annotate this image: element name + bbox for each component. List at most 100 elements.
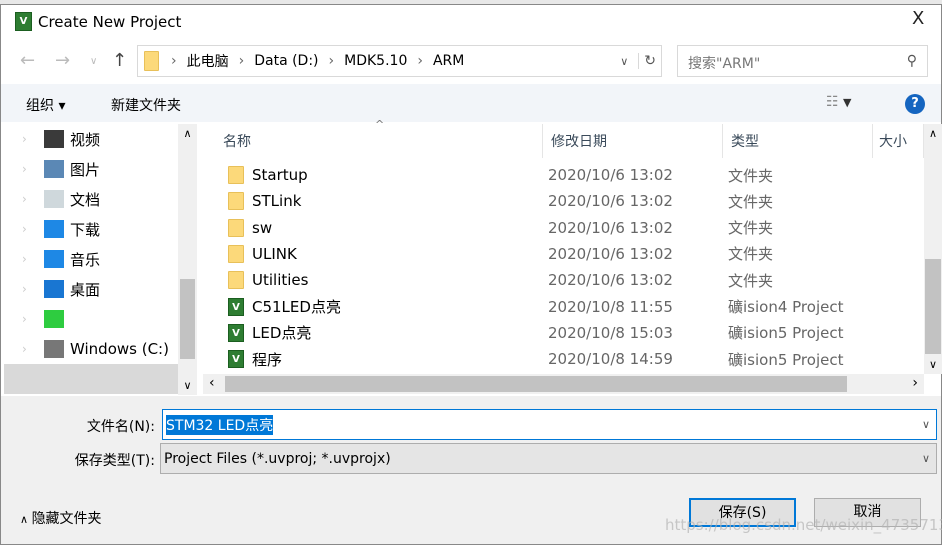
hide-folders-button[interactable]: ∧ 隐藏文件夹 <box>20 508 102 528</box>
close-button[interactable]: X <box>912 8 924 29</box>
app-icon <box>44 310 64 328</box>
back-icon[interactable]: ← <box>20 50 35 71</box>
file-type: 礦ision5 Project <box>728 324 844 343</box>
column-header-size[interactable]: 大小 <box>873 124 924 158</box>
help-icon[interactable]: ? <box>905 94 925 114</box>
expand-chevron-icon[interactable]: › <box>22 162 44 176</box>
chevron-down-icon[interactable]: ∨ <box>922 418 930 431</box>
breadcrumb-item[interactable]: ARM <box>433 53 464 69</box>
video-icon <box>44 130 64 148</box>
file-row[interactable]: STLink 2020/10/6 13:02 文件夹 <box>222 188 922 214</box>
file-row[interactable]: Startup 2020/10/6 13:02 文件夹 <box>222 162 922 188</box>
file-date: 2020/10/6 13:02 <box>548 244 673 263</box>
file-name: ULINK <box>252 244 297 263</box>
file-type: 礦ision4 Project <box>728 298 844 316</box>
scrollbar-thumb[interactable] <box>925 259 941 354</box>
file-row[interactable]: Utilities 2020/10/6 13:02 文件夹 <box>222 267 922 293</box>
view-options-icon[interactable]: ☷ ▼ <box>826 94 851 110</box>
file-type: 文件夹 <box>728 192 774 211</box>
file-row[interactable]: sw 2020/10/6 13:02 文件夹 <box>222 215 922 241</box>
filename-input[interactable]: STM32 LED点亮 ∨ <box>162 409 937 440</box>
file-date: 2020/10/6 13:02 <box>548 166 673 184</box>
forward-icon[interactable]: → <box>55 50 70 71</box>
expand-chevron-icon[interactable]: › <box>22 192 44 206</box>
sidebar-item[interactable]: › 下载 <box>22 214 178 244</box>
sidebar-item[interactable]: › Windows (C:) <box>22 334 178 364</box>
sidebar-item-label: 下载 <box>70 220 101 239</box>
filetype-select[interactable]: Project Files (*.uvproj; *.uvprojx) ∨ <box>160 443 937 474</box>
up-icon[interactable]: ↑ <box>112 50 127 71</box>
file-row[interactable]: V C51LED点亮 2020/10/8 11:55 礦ision4 Project <box>222 294 922 320</box>
selected-highlight <box>4 364 178 394</box>
header-label: 类型 <box>731 134 759 150</box>
breadcrumb-item[interactable]: Data (D:) <box>254 53 318 69</box>
sidebar-item-label: 视频 <box>70 130 101 149</box>
column-header-type[interactable]: 类型 <box>723 124 873 158</box>
separator-icon: › <box>238 53 245 69</box>
file-name: Utilities <box>252 271 309 290</box>
file-row[interactable]: V 程序 2020/10/8 14:59 礦ision5 Project <box>222 346 922 372</box>
window-title: Create New Project <box>38 13 182 31</box>
search-input[interactable]: 搜索"ARM" ⚲ <box>677 45 928 77</box>
new-folder-button[interactable]: 新建文件夹 <box>111 95 181 115</box>
file-name: 程序 <box>252 350 283 369</box>
expand-chevron-icon[interactable]: › <box>22 312 44 326</box>
header-label: 大小 <box>879 134 907 150</box>
folder-icon <box>228 166 244 184</box>
music-icon <box>44 250 64 268</box>
recent-chevron-icon[interactable]: ∨ <box>90 56 97 67</box>
watermark: https://blog.csdn.net/weixin_47357131 <box>665 516 942 534</box>
file-list-hscrollbar[interactable]: ‹ › <box>203 374 924 394</box>
expand-chevron-icon[interactable]: › <box>22 132 44 146</box>
separator-icon: › <box>328 53 335 69</box>
document-icon <box>44 190 64 208</box>
sidebar-item[interactable]: › 视频 <box>22 124 178 154</box>
file-date: 2020/10/6 13:02 <box>548 271 673 290</box>
expand-chevron-icon[interactable]: › <box>22 342 44 356</box>
chevron-down-icon[interactable]: ∨ <box>620 55 628 68</box>
sidebar-item[interactable]: › <box>22 304 178 334</box>
uvision-icon: V <box>228 297 244 316</box>
sidebar-scrollbar[interactable]: ∧ ∨ <box>178 124 197 395</box>
file-name: LED点亮 <box>252 324 312 343</box>
separator-icon: › <box>417 53 423 69</box>
breadcrumb-item[interactable]: MDK5.10 <box>344 53 407 69</box>
file-name: STLink <box>252 192 302 211</box>
chevron-down-icon[interactable]: ∨ <box>922 452 930 465</box>
search-placeholder: 搜索"ARM" <box>688 56 761 72</box>
file-row[interactable]: ULINK 2020/10/6 13:02 文件夹 <box>222 241 922 267</box>
header-label: 修改日期 <box>551 134 607 150</box>
sidebar-item[interactable]: › 文档 <box>22 184 178 214</box>
chevron-up-icon: ∧ <box>20 513 32 526</box>
address-bar[interactable]: › 此电脑 › Data (D:) › MDK5.10 › ARM ∨ ↻ <box>137 45 662 77</box>
search-icon[interactable]: ⚲ <box>907 53 917 69</box>
scrollbar-thumb[interactable] <box>180 279 195 359</box>
file-name: C51LED点亮 <box>252 298 341 316</box>
filetype-label: 保存类型(T): <box>74 453 155 469</box>
expand-chevron-icon[interactable]: › <box>22 252 44 266</box>
uvision-icon: V <box>228 350 244 369</box>
filename-value: STM32 LED点亮 <box>166 414 274 435</box>
separator-icon: › <box>171 53 177 69</box>
column-header-name[interactable]: 名称 <box>203 124 543 158</box>
header-label: 名称 <box>223 134 251 150</box>
uvision-icon: V <box>228 323 244 342</box>
refresh-icon[interactable]: ↻ <box>638 53 661 69</box>
sidebar-item-label: 桌面 <box>70 280 101 299</box>
scrollbar-thumb[interactable] <box>225 376 847 392</box>
expand-chevron-icon[interactable]: › <box>22 282 44 296</box>
toolbar: 组织 ▾ 新建文件夹 ☷ ▼ <box>1 84 941 122</box>
file-row[interactable]: V LED点亮 2020/10/8 15:03 礦ision5 Project <box>222 320 922 346</box>
hide-folders-label: 隐藏文件夹 <box>31 511 102 527</box>
sidebar-item-label: 音乐 <box>70 250 101 269</box>
sidebar-item[interactable]: › 图片 <box>22 154 178 184</box>
folder-icon <box>228 244 244 263</box>
expand-chevron-icon[interactable]: › <box>22 222 44 236</box>
sidebar-item[interactable]: › 音乐 <box>22 244 178 274</box>
organize-button[interactable]: 组织 ▾ <box>26 95 65 115</box>
file-list-vscrollbar[interactable]: ∧ ∨ <box>924 124 942 374</box>
breadcrumb-item[interactable]: 此电脑 <box>187 51 229 71</box>
sidebar-item[interactable]: › 桌面 <box>22 274 178 304</box>
column-header-date[interactable]: 修改日期 <box>543 124 723 158</box>
file-type: 文件夹 <box>728 166 774 185</box>
